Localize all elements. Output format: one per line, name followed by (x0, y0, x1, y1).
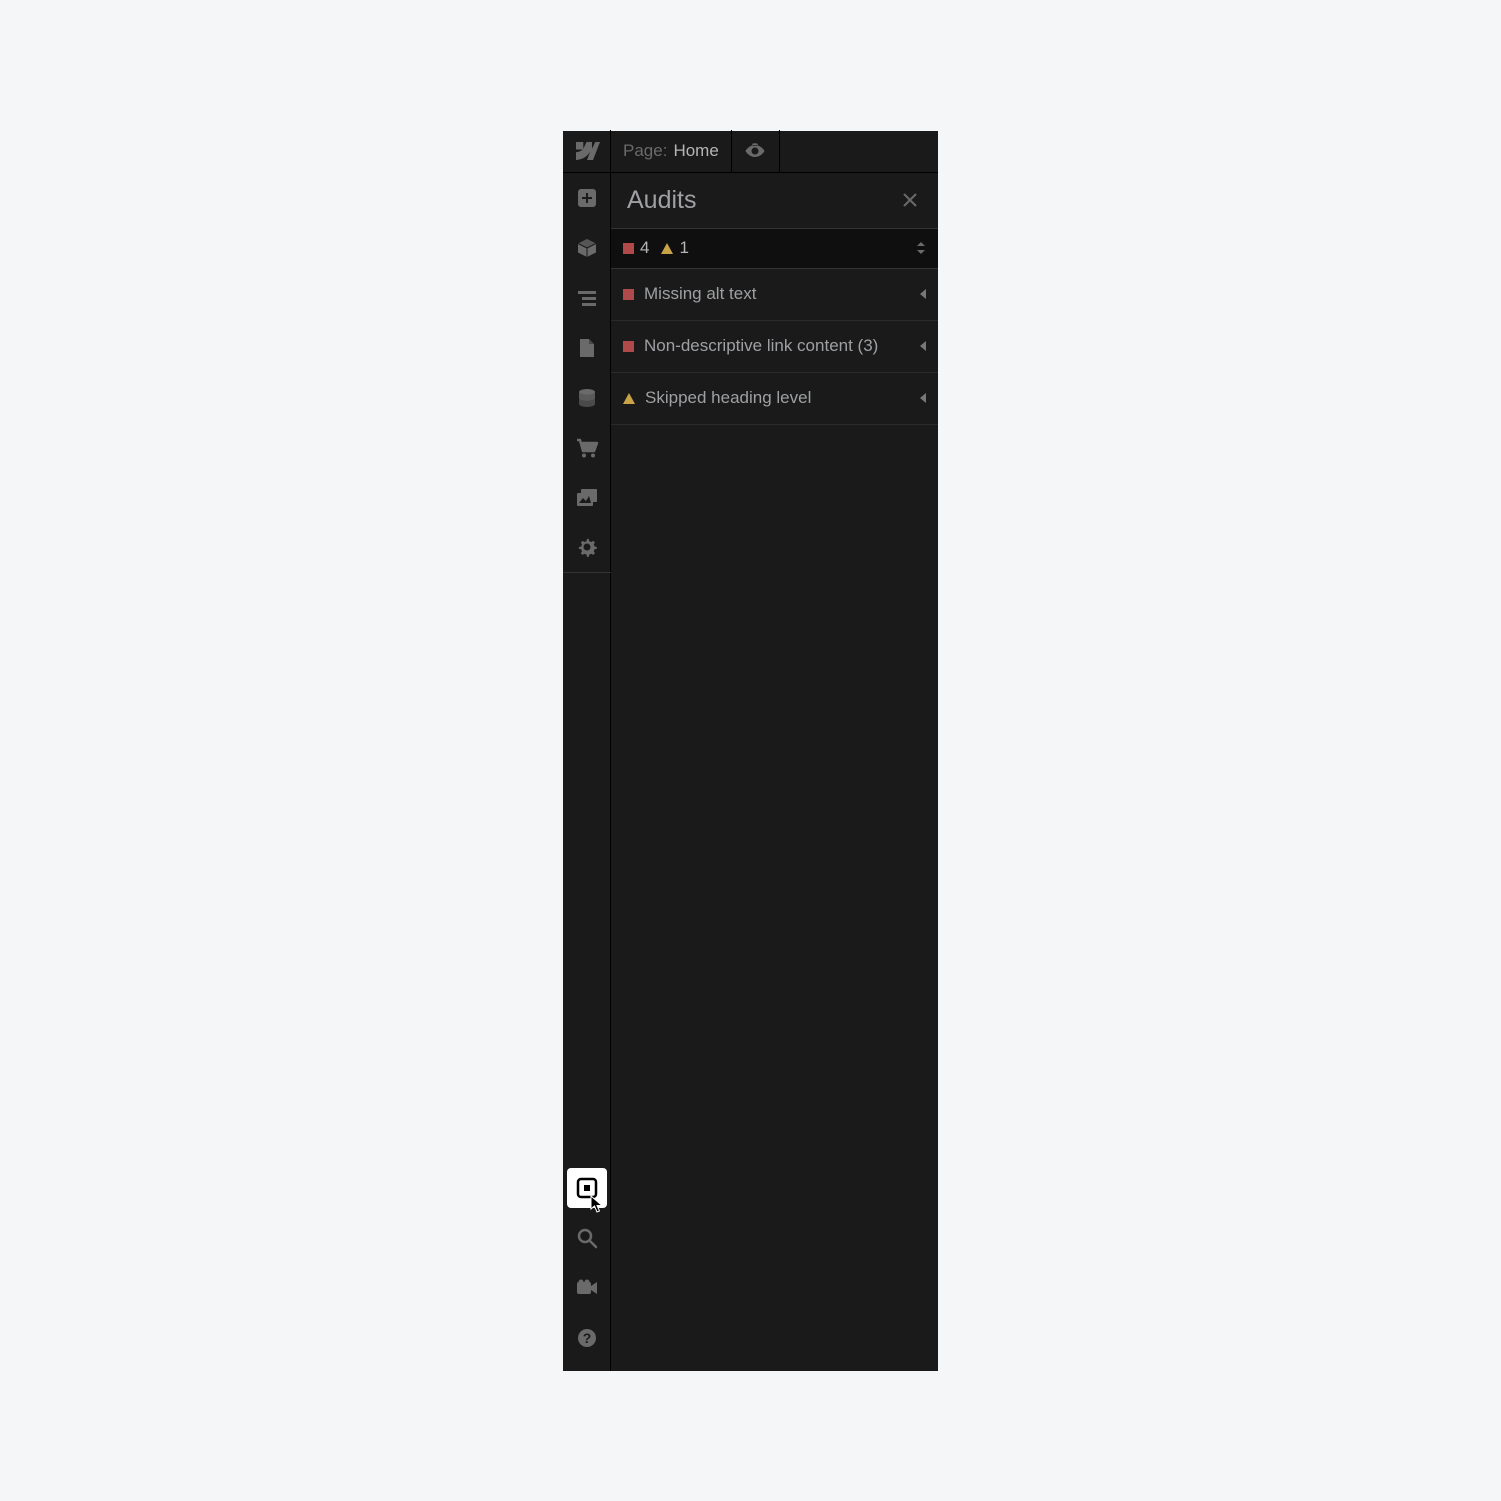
plus-icon (576, 187, 598, 209)
audit-label: Non-descriptive link content (3) (644, 336, 920, 356)
cart-icon (575, 437, 599, 459)
sidebar-assets[interactable] (563, 473, 611, 523)
main-area: ? Audits 4 1 (563, 173, 938, 1371)
audit-label: Missing alt text (644, 284, 920, 304)
video-icon (575, 1279, 599, 1297)
page-name: Home (673, 141, 718, 161)
sidebar-audits[interactable] (567, 1168, 607, 1208)
close-icon (902, 192, 918, 208)
error-count: 4 (640, 238, 649, 258)
sidebar-help[interactable]: ? (563, 1313, 611, 1363)
audit-icon (574, 1175, 600, 1201)
audit-item-link-content[interactable]: Non-descriptive link content (3) (611, 321, 938, 373)
panel-header: Audits (611, 173, 938, 229)
sidebar-search[interactable] (563, 1213, 611, 1263)
error-square-icon (623, 289, 634, 300)
sidebar-navigator[interactable] (563, 273, 611, 323)
page-selector[interactable]: Page: Home (611, 130, 732, 172)
stack-icon (576, 387, 598, 409)
warning-triangle-icon (623, 393, 635, 404)
left-sidebar: ? (563, 173, 611, 1371)
svg-text:?: ? (583, 1330, 592, 1346)
sort-icon[interactable] (916, 241, 926, 255)
warning-triangle-icon (661, 243, 673, 254)
warning-count: 1 (679, 238, 688, 258)
sidebar-components[interactable] (563, 223, 611, 273)
error-square-icon (623, 341, 634, 352)
cube-icon (576, 237, 598, 259)
search-icon (576, 1227, 598, 1249)
sidebar-add[interactable] (563, 173, 611, 223)
sidebar-cms[interactable] (563, 373, 611, 423)
audit-item-alt-text[interactable]: Missing alt text (611, 269, 938, 321)
navigator-icon (576, 289, 598, 307)
audit-label: Skipped heading level (645, 388, 920, 408)
help-icon: ? (576, 1327, 598, 1349)
audit-item-heading-level[interactable]: Skipped heading level (611, 373, 938, 425)
webflow-logo-button[interactable] (563, 130, 611, 172)
gear-icon (576, 536, 598, 558)
eye-icon (744, 140, 766, 162)
error-square-icon (623, 243, 634, 254)
sidebar-pages[interactable] (563, 323, 611, 373)
chevron-left-icon (920, 289, 926, 299)
page-label: Page: (623, 141, 667, 161)
top-bar: Page: Home (563, 131, 938, 173)
sidebar-ecommerce[interactable] (563, 423, 611, 473)
audits-panel: Audits 4 1 (611, 173, 938, 1371)
app-window: Page: Home (563, 131, 938, 1371)
chevron-left-icon (920, 393, 926, 403)
preview-button[interactable] (732, 130, 780, 172)
chevron-left-icon (920, 341, 926, 351)
close-button[interactable] (898, 188, 922, 212)
webflow-logo-icon (574, 142, 600, 160)
audit-summary[interactable]: 4 1 (611, 229, 938, 269)
sidebar-video[interactable] (563, 1263, 611, 1313)
page-icon (577, 337, 597, 359)
sidebar-settings[interactable] (563, 523, 611, 573)
images-icon (575, 487, 599, 509)
panel-title: Audits (627, 186, 696, 215)
